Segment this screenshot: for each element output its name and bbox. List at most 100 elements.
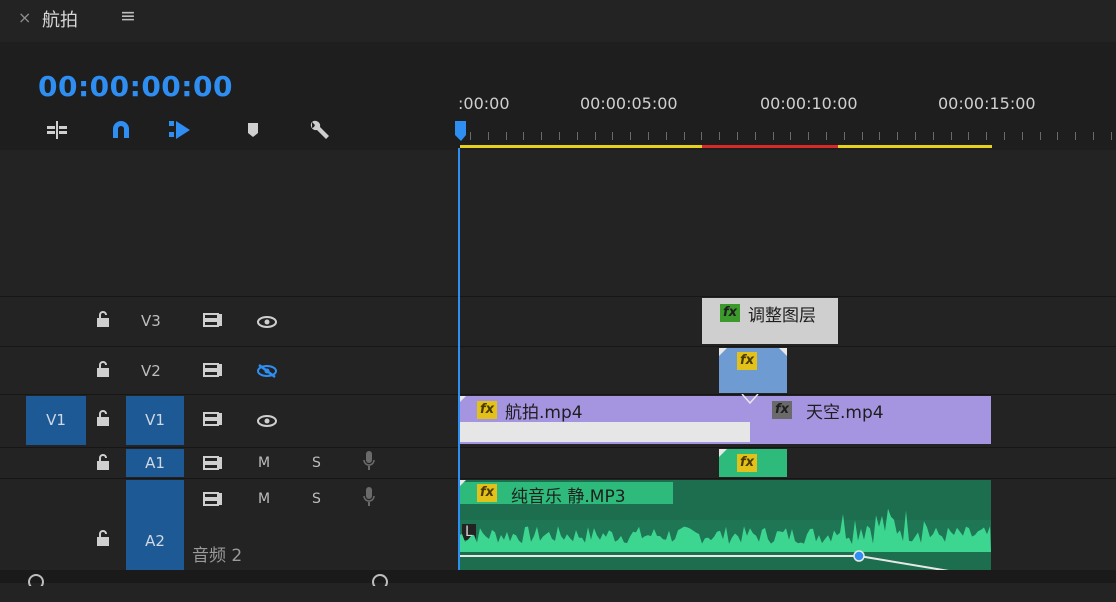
ruler-label: 00:00:10:00 (760, 94, 858, 113)
a1-audio-clip[interactable]: fx (719, 449, 787, 477)
panel-tab-bar: × 航拍 ≡ (0, 0, 1116, 42)
sync-lock-icon[interactable] (202, 361, 224, 383)
playhead-timecode[interactable]: 00:00:00:00 (38, 70, 233, 103)
ruler-label: 00:00:15:00 (938, 94, 1036, 113)
render-bar-yellow (838, 145, 992, 148)
lock-icon[interactable] (96, 529, 110, 551)
clip-label: 调整图层 (748, 306, 816, 326)
video-clip-hangpai[interactable]: fx 航拍.mp4 (459, 396, 750, 444)
mute-button[interactable]: M (258, 491, 270, 507)
solo-button[interactable]: S (312, 491, 321, 507)
audio-waveform (459, 508, 991, 570)
render-bar-yellow (460, 145, 702, 148)
ruler-tick (808, 132, 809, 140)
music-audio-clip[interactable]: fx 纯音乐 静.MP3 L (459, 480, 991, 570)
ruler-tick (986, 132, 987, 140)
mute-button[interactable]: M (258, 455, 270, 471)
ruler-tick (719, 132, 720, 140)
ruler-tick (879, 132, 880, 140)
v2-clip[interactable]: fx (719, 348, 787, 393)
eye-hidden-icon[interactable] (256, 363, 278, 383)
source-patch-v1[interactable]: V1 (26, 396, 86, 445)
ruler-tick (1111, 132, 1112, 140)
transition-marker (741, 394, 759, 405)
ruler-tick (844, 132, 845, 140)
adjustment-layer-clip[interactable]: fx 调整图层 (702, 298, 838, 344)
sync-lock-icon[interactable] (202, 410, 224, 432)
track-divider (0, 447, 1116, 448)
track-divider (0, 478, 1116, 479)
ruler-tick (897, 132, 898, 140)
eye-icon[interactable] (256, 413, 278, 432)
ruler-tick (577, 132, 578, 140)
fx-badge: fx (477, 401, 497, 419)
ruler-tick (1057, 132, 1058, 140)
eye-icon[interactable] (256, 314, 278, 333)
ruler-tick (506, 132, 507, 140)
ruler-tick (630, 132, 631, 140)
ruler-tick (862, 132, 863, 140)
ruler-tick (595, 132, 596, 140)
insert-sequence-icon[interactable] (44, 118, 70, 142)
track-divider (0, 394, 1116, 395)
track-target-a2[interactable]: A2 (126, 480, 184, 570)
ruler-tick (915, 132, 916, 140)
solo-button[interactable]: S (312, 455, 321, 471)
snap-magnet-icon[interactable] (108, 118, 134, 142)
track-target-a1[interactable]: A1 (126, 449, 184, 477)
ruler-tick (933, 132, 934, 140)
sync-lock-icon[interactable] (202, 454, 224, 476)
ruler-tick (790, 132, 791, 140)
add-marker-icon[interactable] (240, 118, 266, 142)
ruler-tick (1093, 132, 1094, 140)
wrench-settings-icon[interactable] (306, 118, 332, 142)
track-target-v1[interactable]: V1 (126, 396, 184, 445)
ruler-tick (968, 132, 969, 140)
ruler-tick (648, 132, 649, 140)
linked-selection-icon[interactable] (166, 118, 192, 142)
track-name-v3: V3 (141, 312, 161, 330)
ruler-tick (1075, 132, 1076, 140)
ruler-tick (826, 132, 827, 140)
ruler-tick (666, 132, 667, 140)
sync-lock-icon[interactable] (202, 311, 224, 333)
track-name-v2: V2 (141, 362, 161, 380)
ruler-tick (559, 132, 560, 140)
render-bar-red (702, 145, 838, 148)
close-tab-icon[interactable]: × (18, 8, 31, 27)
fx-badge: fx (772, 401, 792, 419)
microphone-icon[interactable] (362, 486, 376, 512)
lock-icon[interactable] (96, 409, 110, 431)
ruler-tick (1004, 132, 1005, 140)
track-name-a2: 音频 2 (192, 546, 243, 566)
lock-icon[interactable] (96, 310, 110, 332)
ruler-tick (488, 132, 489, 140)
ruler-tick (951, 132, 952, 140)
volume-keyframe[interactable] (853, 550, 865, 562)
horizontal-zoom-scrollbar[interactable] (0, 570, 1116, 586)
sequence-tab-title[interactable]: 航拍 (42, 6, 78, 32)
fx-badge: fx (720, 304, 740, 322)
ruler-tick (737, 132, 738, 140)
clip-label: 天空.mp4 (806, 403, 884, 423)
playhead-handle[interactable] (455, 121, 467, 143)
ruler-tick (701, 132, 702, 140)
video-clip-tiankong[interactable]: fx 天空.mp4 (750, 396, 991, 444)
microphone-icon[interactable] (362, 450, 376, 476)
ruler-tick (684, 132, 685, 140)
panel-menu-icon[interactable]: ≡ (120, 5, 136, 27)
ruler-tick (541, 132, 542, 140)
ruler-tick (612, 132, 613, 140)
ruler-tick (470, 132, 471, 140)
ruler-label: :00:00 (458, 94, 510, 113)
track-divider (0, 346, 1116, 347)
playhead-line[interactable] (458, 148, 460, 570)
ruler-tick (755, 132, 756, 140)
lock-icon[interactable] (96, 360, 110, 382)
ruler-tick (1022, 132, 1023, 140)
lock-icon[interactable] (96, 453, 110, 475)
ruler-label: 00:00:05:00 (580, 94, 678, 113)
clip-label: 航拍.mp4 (505, 403, 583, 423)
ruler-tick (523, 132, 524, 140)
sync-lock-icon[interactable] (202, 490, 224, 512)
